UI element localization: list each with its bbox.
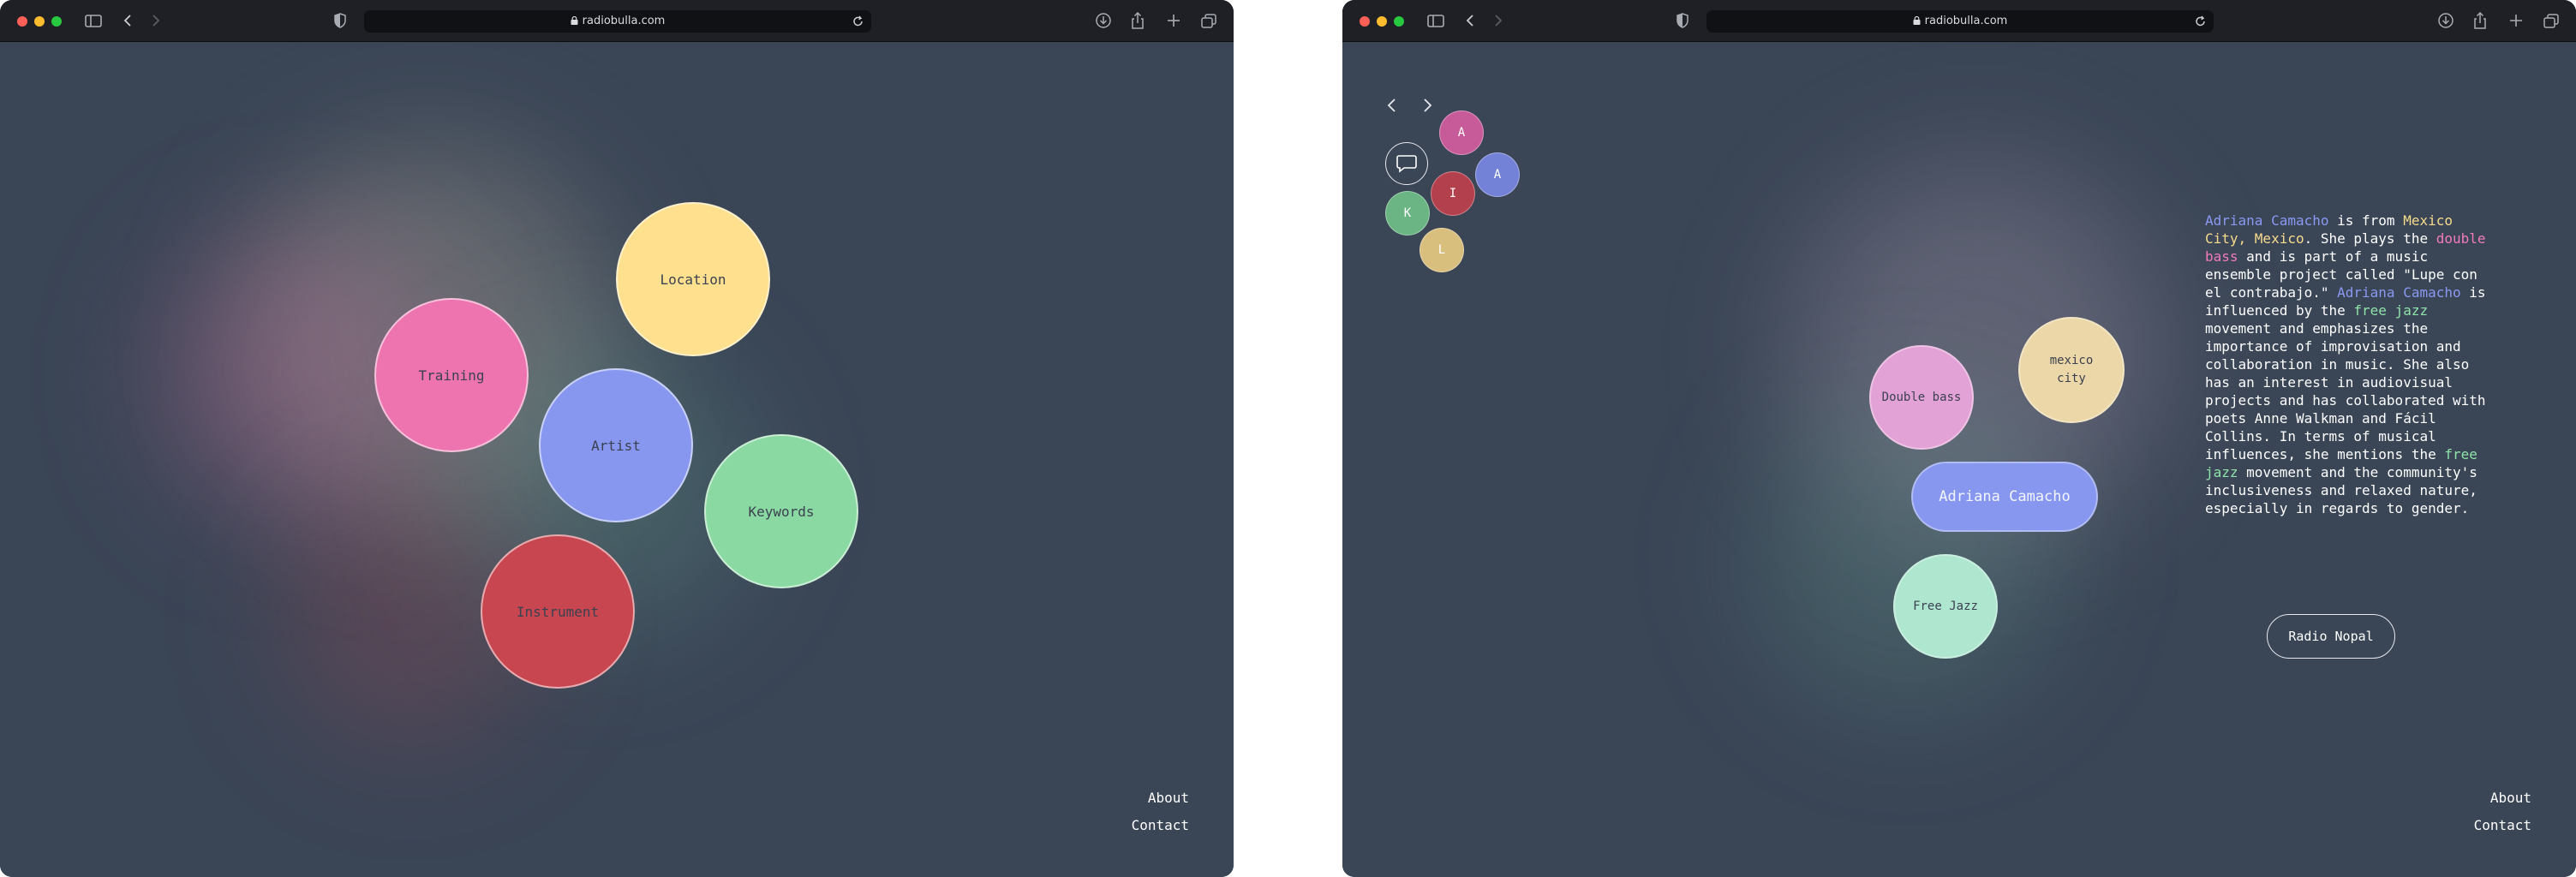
chat-icon[interactable] bbox=[1385, 142, 1428, 185]
minimize-window-button[interactable] bbox=[34, 16, 45, 27]
contact-link[interactable]: Contact bbox=[2474, 817, 2531, 833]
radio-nopal-button[interactable]: Radio Nopal bbox=[2267, 614, 2395, 659]
page-content: A A I K L Double bass mexico city Adrian… bbox=[1342, 42, 2576, 877]
url-text: radiobulla.com bbox=[582, 15, 666, 27]
artist-name-pill[interactable]: Adriana Camacho bbox=[1911, 462, 2098, 532]
bio-genre[interactable]: free jazz bbox=[2353, 302, 2428, 319]
location-label: Location bbox=[660, 271, 726, 288]
back-arrow-icon[interactable] bbox=[122, 10, 134, 31]
downloads-icon[interactable] bbox=[2437, 10, 2454, 31]
initial-circle[interactable]: K bbox=[1385, 191, 1430, 236]
lock-icon bbox=[1913, 16, 1921, 25]
instrument-bubble[interactable]: Instrument bbox=[481, 534, 635, 689]
address-bar[interactable]: radiobulla.com bbox=[1706, 10, 2214, 33]
share-icon[interactable] bbox=[1130, 10, 1145, 31]
minimize-window-button[interactable] bbox=[1377, 16, 1387, 27]
bio-artist-name[interactable]: Adriana Camacho bbox=[2337, 284, 2461, 301]
forward-arrow-icon[interactable] bbox=[150, 10, 162, 31]
lock-icon bbox=[571, 16, 578, 25]
zoom-window-button[interactable] bbox=[1394, 16, 1404, 27]
url-text: radiobulla.com bbox=[1924, 15, 2008, 27]
instrument-label: Instrument bbox=[516, 603, 600, 620]
about-link[interactable]: About bbox=[2490, 790, 2531, 806]
initial-circle[interactable]: A bbox=[1439, 110, 1484, 155]
bio-artist-name[interactable]: Adriana Camacho bbox=[2205, 212, 2329, 229]
contact-link[interactable]: Contact bbox=[1132, 817, 1189, 833]
keywords-bubble[interactable]: Keywords bbox=[704, 434, 858, 588]
sidebar-toggle-icon[interactable] bbox=[1426, 10, 1445, 31]
artist-biography: Adriana Camacho is from Mexico City, Mex… bbox=[2205, 212, 2486, 516]
page-content: Location Training Artist Keywords Instru… bbox=[0, 42, 1234, 877]
page-forward-arrow-icon[interactable] bbox=[1421, 97, 1433, 117]
sidebar-toggle-icon[interactable] bbox=[84, 10, 103, 31]
close-window-button[interactable] bbox=[1360, 16, 1370, 27]
reload-icon[interactable] bbox=[852, 15, 864, 32]
forward-arrow-icon[interactable] bbox=[1492, 10, 1504, 31]
initial-circle[interactable]: I bbox=[1431, 171, 1475, 216]
training-label: Training bbox=[418, 367, 485, 384]
initial-circle[interactable]: A bbox=[1475, 152, 1520, 197]
about-link[interactable]: About bbox=[1148, 790, 1189, 806]
mexico-city-tag[interactable]: mexico city bbox=[2018, 317, 2125, 423]
browser-window-right: radiobulla.com A A I K L Double bass mex… bbox=[1342, 0, 2576, 877]
new-tab-icon[interactable] bbox=[1166, 10, 1181, 31]
training-bubble[interactable]: Training bbox=[374, 298, 529, 452]
zoom-window-button[interactable] bbox=[51, 16, 62, 27]
tab-overview-icon[interactable] bbox=[2543, 10, 2560, 31]
keywords-label: Keywords bbox=[748, 503, 815, 520]
free-jazz-tag[interactable]: Free Jazz bbox=[1893, 554, 1998, 659]
tab-overview-icon[interactable] bbox=[1200, 10, 1217, 31]
artist-label: Artist bbox=[591, 437, 641, 454]
new-tab-icon[interactable] bbox=[2508, 10, 2524, 31]
artist-bubble[interactable]: Artist bbox=[539, 368, 693, 522]
initial-circle[interactable]: L bbox=[1419, 228, 1464, 272]
privacy-shield-icon[interactable] bbox=[1675, 10, 1690, 31]
location-bubble[interactable]: Location bbox=[616, 202, 770, 356]
page-back-arrow-icon[interactable] bbox=[1386, 97, 1398, 117]
browser-toolbar: radiobulla.com bbox=[0, 0, 1234, 42]
browser-window-left: radiobulla.com Location Training Artist … bbox=[0, 0, 1234, 877]
back-arrow-icon[interactable] bbox=[1464, 10, 1476, 31]
double-bass-tag[interactable]: Double bass bbox=[1869, 345, 1974, 450]
close-window-button[interactable] bbox=[17, 16, 27, 27]
privacy-shield-icon[interactable] bbox=[332, 10, 348, 31]
address-bar[interactable]: radiobulla.com bbox=[364, 10, 871, 33]
share-icon[interactable] bbox=[2472, 10, 2488, 31]
downloads-icon[interactable] bbox=[1095, 10, 1112, 31]
reload-icon[interactable] bbox=[2195, 15, 2207, 32]
browser-toolbar: radiobulla.com bbox=[1342, 0, 2576, 42]
